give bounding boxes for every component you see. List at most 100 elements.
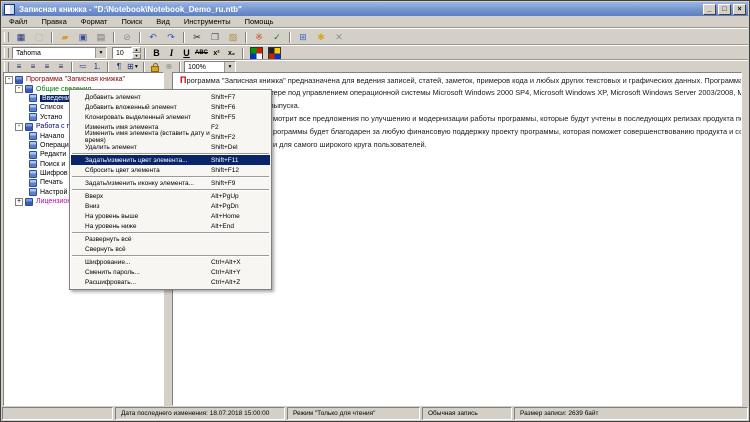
globe-icon: ⊕ (166, 63, 173, 71)
font-family-select[interactable]: Tahoma ▼ (12, 47, 107, 59)
menu-item-add-element[interactable]: Добавить элементShift+F7 (71, 92, 270, 102)
maximize-button[interactable]: □ (718, 4, 731, 15)
status-last-modified: Дата последнего изменения: 18.07.2018 15… (115, 407, 285, 420)
menu-search[interactable]: Поиск (114, 17, 149, 26)
menu-item-move-down[interactable]: ВнизAlt+PgDn (71, 201, 270, 211)
paste-icon: ▧ (229, 33, 238, 42)
page-icon (29, 94, 37, 102)
numbered-list-button[interactable]: ⒈ (90, 62, 104, 73)
menu-item-expand-all[interactable]: Развернуть всё (71, 234, 270, 244)
spin-down-icon[interactable]: ▼ (132, 53, 141, 59)
toolbar-separator (289, 32, 291, 43)
align-justify-button[interactable]: ≡ (54, 62, 68, 73)
menu-item-level-up[interactable]: На уровень вышеAlt+Home (71, 211, 270, 221)
toolbar-grip[interactable] (4, 32, 9, 42)
menu-tools[interactable]: Инструменты (177, 17, 238, 26)
align-center-button[interactable]: ≡ (26, 62, 40, 73)
notebook-icon (25, 198, 33, 206)
tree-item-root[interactable]: - Программа "Записная книжка" (4, 75, 163, 84)
exit-button[interactable]: ✕ (330, 30, 348, 44)
bold-button[interactable]: B (149, 46, 164, 60)
chevron-down-icon[interactable]: ▼ (224, 62, 235, 72)
cut-button[interactable]: ✂ (188, 30, 206, 44)
align-left-icon: ≡ (17, 63, 22, 71)
toolbar-grip[interactable] (4, 62, 9, 72)
window-view-button[interactable]: ⊞ (294, 30, 312, 44)
menu-separator (72, 153, 269, 154)
menu-separator (72, 189, 269, 190)
bullet-list-button[interactable]: ≔ (76, 62, 90, 73)
strikethrough-button[interactable]: ABC (194, 46, 209, 60)
print-button[interactable]: ▤ (92, 30, 110, 44)
menu-edit[interactable]: Правка (34, 17, 73, 26)
paragraph-line: рограммы будет благодарен за любую финан… (273, 127, 742, 136)
spellcheck-button[interactable]: ✓ (268, 30, 286, 44)
menu-help[interactable]: Помощь (238, 17, 281, 26)
readonly-lock-button[interactable] (148, 62, 162, 73)
font-size-stepper[interactable]: ▲▼ (132, 47, 141, 59)
toolbar-separator (242, 48, 244, 59)
page-icon (29, 170, 37, 178)
highlight-color-grid-icon (268, 47, 281, 60)
menu-item-encrypt[interactable]: Шифрование...Ctrl+Alt+X (71, 257, 270, 267)
open-file-button[interactable]: ▰ (56, 30, 74, 44)
menu-item-clone-element[interactable]: Клонировать выделенный элементShift+F5 (71, 112, 270, 122)
paragraph-line: и для самого широкого круга пользователе… (273, 140, 427, 149)
subscript-button[interactable]: x₂ (224, 46, 239, 60)
tree-item-label: Печать (40, 179, 63, 186)
menu-item-level-down[interactable]: На уровень нижеAlt+End (71, 221, 270, 231)
chevron-down-icon[interactable]: ▼ (95, 48, 106, 58)
toolbar-grip[interactable] (4, 48, 9, 58)
web-button[interactable]: ⊕ (162, 62, 176, 73)
notebook-icon (25, 85, 33, 93)
menu-format[interactable]: Формат (74, 17, 115, 26)
superscript-button[interactable]: x² (209, 46, 224, 60)
menu-view[interactable]: Вид (149, 17, 177, 26)
collapse-icon[interactable]: - (15, 85, 23, 93)
close-button[interactable]: × (733, 4, 746, 15)
menu-item-reset-element-color[interactable]: Сбросить цвет элементаShift+F12 (71, 165, 270, 175)
spellcheck-icon: ✓ (273, 33, 281, 42)
tree-item-label: Начало (40, 133, 64, 140)
status-empty (2, 407, 113, 420)
paste-button[interactable]: ▧ (224, 30, 242, 44)
menu-separator (72, 232, 269, 233)
save-button[interactable]: ▣ (74, 30, 92, 44)
align-right-button[interactable]: ≡ (40, 62, 54, 73)
italic-button[interactable]: I (164, 46, 179, 60)
undo-button[interactable]: ↶ (144, 30, 162, 44)
menu-item-set-element-icon[interactable]: Задать/изменить иконку элемента...Shift+… (71, 178, 270, 188)
font-size-input[interactable]: 10 (112, 47, 132, 59)
menu-file[interactable]: Файл (2, 17, 34, 26)
collapse-icon[interactable]: - (15, 123, 23, 131)
collapse-icon[interactable]: - (5, 76, 13, 84)
menu-item-change-password[interactable]: Сменить пароль...Ctrl+Alt+Y (71, 267, 270, 277)
theme-button[interactable]: ✱ (312, 30, 330, 44)
table-button[interactable]: ⊞▼ (126, 62, 140, 73)
menu-item-rename-with-date[interactable]: Изменить имя элемента (вставить дату и в… (71, 132, 270, 142)
chevron-down-icon[interactable]: ▼ (134, 65, 139, 70)
expand-icon[interactable]: + (15, 198, 23, 206)
attach-button[interactable]: ⊘ (118, 30, 136, 44)
underline-button[interactable]: U (179, 46, 194, 60)
blank-page-button[interactable]: ▢ (30, 30, 48, 44)
toolbar-separator (143, 62, 145, 73)
tree-item-label: Шифров (40, 170, 68, 177)
symbols-button[interactable]: ※ (250, 30, 268, 44)
minimize-button[interactable]: _ (703, 4, 716, 15)
align-left-button[interactable]: ≡ (12, 62, 26, 73)
new-notebook-button[interactable]: ▦ (12, 30, 30, 44)
paragraph-button[interactable]: ¶ (112, 62, 126, 73)
menu-item-move-up[interactable]: ВверхAlt+PgUp (71, 191, 270, 201)
paragraph-line: Программа "Записная книжка" предназначен… (180, 75, 742, 85)
menu-item-add-child-element[interactable]: Добавить вложенный элементShift+F6 (71, 102, 270, 112)
redo-button[interactable]: ↷ (162, 30, 180, 44)
menu-item-collapse-all[interactable]: Свернуть всё (71, 244, 270, 254)
font-color-button[interactable] (247, 46, 265, 60)
highlight-color-button[interactable] (265, 46, 283, 60)
notebook-icon (15, 76, 23, 84)
font-color-grid-icon (250, 47, 263, 60)
menu-item-decrypt[interactable]: Расшифровать...Ctrl+Alt+Z (71, 277, 270, 287)
copy-button[interactable]: ❐ (206, 30, 224, 44)
menu-item-set-element-color[interactable]: Задать/изменить цвет элемента...Shift+F1… (71, 155, 270, 165)
